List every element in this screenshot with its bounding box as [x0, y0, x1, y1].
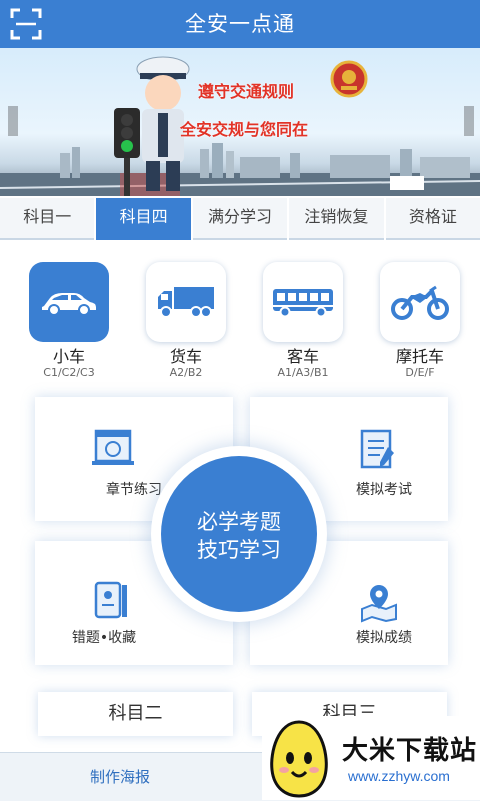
vehicle-selector: 小车 C1/C2/C3 货车 A2/B2 客车 A1/A3/B1 摩托车 D/E… [0, 262, 480, 392]
bus-icon [273, 289, 333, 318]
vehicle-car-tile[interactable] [29, 262, 109, 342]
mock-exam-label: 模拟考试 [356, 482, 412, 498]
tab-subject-four[interactable]: 科目四 [96, 198, 191, 240]
app-header: 全安一点通 [0, 0, 480, 48]
vehicle-motorcycle-tile[interactable] [380, 262, 460, 342]
watermark-title: 大米下载站 [342, 736, 478, 766]
tab-qualification[interactable]: 资格证 [385, 198, 480, 240]
car-icon [42, 293, 96, 316]
make-poster-button[interactable]: 制作海报 [0, 753, 240, 801]
vehicle-truck-tile[interactable] [146, 262, 226, 342]
page-title: 全安一点通 [185, 12, 295, 36]
egg-mascot-logo [270, 720, 328, 798]
vehicle-bus-classes: A1/A3/B1 [277, 366, 329, 379]
study-tips-line1: 必学考题 [197, 510, 281, 534]
subject-two-card[interactable]: 科目二 [38, 692, 233, 736]
vehicle-car-label: 小车 [52, 347, 85, 366]
vehicle-motorcycle[interactable]: 摩托车 D/E/F [380, 262, 460, 379]
vehicle-truck[interactable]: 货车 A2/B2 [146, 262, 226, 379]
banner-prev-arrow[interactable] [8, 106, 18, 136]
mock-score-label: 模拟成绩 [356, 630, 412, 646]
banner-next-arrow[interactable] [464, 106, 474, 136]
truck-icon [158, 287, 214, 318]
police-emblem-icon [330, 60, 368, 98]
notebook-icon [94, 581, 127, 619]
vehicle-motorcycle-label: 摩托车 [395, 347, 444, 366]
promo-banner[interactable]: 遵守交通规则 全安交规与您同在 [0, 48, 480, 196]
vehicle-bus-label: 客车 [286, 347, 319, 366]
vehicle-motorcycle-classes: D/E/F [405, 366, 435, 379]
vehicle-truck-label: 货车 [169, 347, 202, 366]
exam-paper-icon [360, 429, 394, 469]
tab-cancel-restore[interactable]: 注销恢复 [289, 198, 384, 240]
mistakes-favorites-label: 错题•收藏 [71, 630, 137, 646]
map-pin-icon [361, 585, 397, 623]
tab-subject-one[interactable]: 科目一 [0, 198, 95, 240]
vehicle-bus[interactable]: 客车 A1/A3/B1 [263, 262, 343, 379]
watermark-url: www.zzhyw.com [348, 768, 450, 784]
motorcycle-icon [391, 285, 449, 320]
study-tips-line2: 技巧学习 [197, 538, 281, 562]
banner-slogan-line2: 全安交规与您同在 [180, 120, 309, 139]
calendar-book-icon [92, 429, 134, 465]
tab-full-score-study[interactable]: 满分学习 [192, 198, 288, 240]
vehicle-car-classes: C1/C2/C3 [43, 366, 95, 379]
vehicle-truck-classes: A2/B2 [169, 366, 203, 379]
banner-indicator [390, 176, 424, 190]
subject-tabs: 科目一 科目四 满分学习 注销恢复 资格证 [0, 198, 480, 240]
banner-slogan-line1: 遵守交通规则 [198, 82, 295, 101]
watermark: 大米下载站 www.zzhyw.com [262, 716, 480, 800]
vehicle-bus-tile[interactable] [263, 262, 343, 342]
study-tips-button[interactable]: 必学考题 技巧学习 [161, 456, 317, 612]
vehicle-car[interactable]: 小车 C1/C2/C3 [29, 262, 109, 379]
